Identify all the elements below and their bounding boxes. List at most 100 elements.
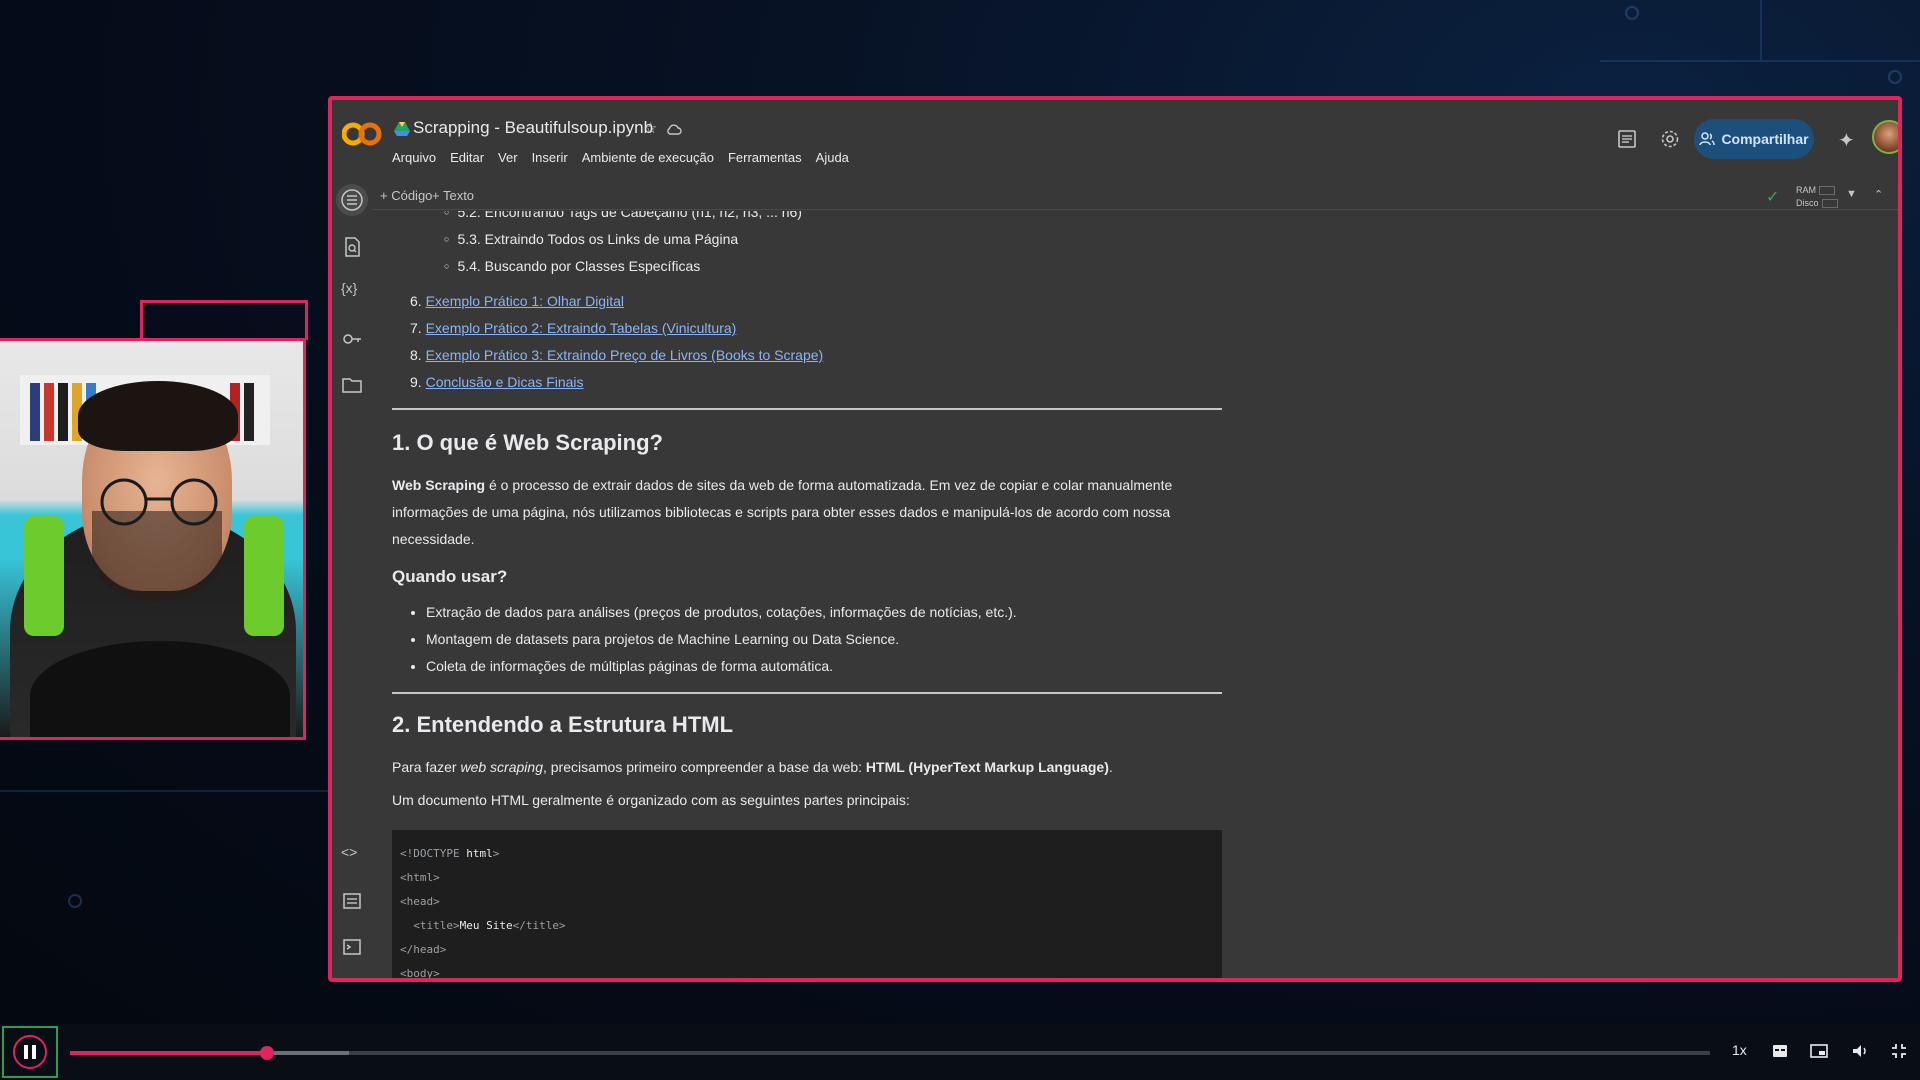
code-line: <head> (400, 890, 1214, 914)
notebook-content: 5.2. Encontrando Tags de Cabeçalho (h1, … (392, 211, 1222, 978)
variables-icon[interactable]: {x} (341, 280, 363, 302)
list-item: Coleta de informações de múltiplas págin… (426, 653, 1222, 680)
p1-a: Para fazer (392, 759, 461, 775)
find-icon[interactable] (341, 236, 363, 258)
volume-icon[interactable] (1852, 1044, 1870, 1058)
ram-label: RAM (1796, 185, 1816, 195)
share-button[interactable]: Compartilhar (1694, 119, 1814, 159)
usage-list: Extração de dados para análises (preços … (392, 599, 1222, 680)
code-line: <title>Meu Site</title> (400, 914, 1214, 938)
pip-icon[interactable] (1810, 1044, 1828, 1058)
code-tag: <!DOCTYPE (400, 847, 467, 860)
bg-line (0, 790, 330, 792)
code-text: html (466, 847, 493, 860)
section-2-heading: 2. Entendendo a Estrutura HTML (392, 712, 734, 737)
section-2-paragraph: Para fazer web scraping, precisamos prim… (392, 754, 1222, 781)
check-icon: ✓ (1766, 189, 1780, 206)
code-line: </head> (400, 938, 1214, 962)
disk-label: Disco (1796, 198, 1819, 208)
p1-strong: HTML (HyperText Markup Language) (865, 759, 1109, 775)
chair-accent (244, 516, 284, 636)
menu-editar[interactable]: Editar (450, 150, 484, 165)
menu-ver[interactable]: Ver (498, 150, 518, 165)
code-block[interactable]: <!DOCTYPE html> <html> <head> <title>Meu… (392, 830, 1222, 978)
cloud-icon[interactable] (666, 122, 682, 136)
toc-link[interactable]: Exemplo Prático 1: Olhar Digital (426, 293, 624, 309)
toc-item: 9. Conclusão e Dicas Finais (392, 369, 1222, 396)
code-line: <!DOCTYPE html> (400, 842, 1214, 866)
gear-icon[interactable] (1659, 128, 1681, 150)
divider (392, 692, 1222, 694)
webcam-feed (0, 338, 306, 740)
section-2-paragraph-2: Um documento HTML geralmente é organizad… (392, 792, 910, 808)
intro-text: é o processo de extrair dados de sites d… (392, 477, 1173, 547)
left-rail: {x} <> (332, 184, 372, 978)
comments-icon[interactable] (1616, 128, 1638, 150)
speed-button[interactable]: 1x (1732, 1042, 1747, 1058)
section-1-intro: Web Scraping é o processo de extrair dad… (392, 472, 1222, 553)
resource-monitor[interactable]: RAM Disco (1796, 184, 1838, 210)
toc-number: 7. (410, 320, 422, 336)
command-palette-icon[interactable] (341, 890, 363, 912)
folder-icon[interactable] (341, 374, 363, 396)
key-icon[interactable] (341, 328, 363, 350)
colab-logo-icon[interactable] (342, 118, 382, 150)
webcam-frame-tab (140, 300, 308, 340)
exit-fullscreen-icon[interactable] (1892, 1044, 1906, 1058)
captions-icon[interactable] (1772, 1044, 1788, 1058)
section-1-subheading: Quando usar? (392, 567, 508, 586)
table-of-contents: 5.2. Encontrando Tags de Cabeçalho (h1, … (392, 211, 1222, 396)
toc-item: 7. Exemplo Prático 2: Extraindo Tabelas … (392, 315, 1222, 342)
terminal-icon[interactable] (341, 936, 363, 958)
bg-line (1600, 60, 1920, 62)
toc-link[interactable]: Exemplo Prático 3: Extraindo Preço de Li… (426, 347, 824, 363)
code-tag: </head> (400, 943, 447, 956)
pause-icon (13, 1035, 47, 1069)
toc-item: 6. Exemplo Prático 1: Olhar Digital (392, 288, 1222, 315)
menu-ferramentas[interactable]: Ferramentas (728, 150, 802, 165)
code-tag: </title> (512, 919, 566, 932)
add-text-button[interactable]: + Texto (432, 188, 474, 203)
glasses-icon (100, 478, 218, 526)
toc-number: 6. (410, 293, 422, 309)
menu-ambiente[interactable]: Ambiente de execução (582, 150, 714, 165)
menu-ajuda[interactable]: Ajuda (816, 150, 849, 165)
ram-bar (1819, 186, 1835, 196)
sparkle-icon[interactable]: ✦ (1838, 128, 1855, 153)
star-icon[interactable]: ☆ (644, 119, 657, 137)
bg-dot (1625, 6, 1639, 20)
code-snippets-icon[interactable]: <> (341, 844, 363, 866)
toc-sub-item: 5.3. Extraindo Todos os Links de uma Pág… (392, 226, 1222, 253)
progress-track[interactable] (70, 1046, 1710, 1060)
colab-window: Scrapping - Beautifulsoup.ipynb ☆ Arquiv… (328, 96, 1902, 982)
menu-arquivo[interactable]: Arquivo (392, 150, 436, 165)
toc-link[interactable]: Conclusão e Dicas Finais (426, 374, 584, 390)
divider (392, 408, 1222, 410)
chevron-up-icon[interactable]: ⌃ (1874, 188, 1883, 201)
menu-bar: Arquivo Editar Ver Inserir Ambiente de e… (392, 150, 849, 165)
code-tag: > (492, 847, 500, 860)
bg-dot (68, 894, 82, 908)
toc-link[interactable]: Exemplo Prático 2: Extraindo Tabelas (Vi… (426, 320, 737, 336)
p1-b: , precisamos primeiro compreender a base… (542, 759, 866, 775)
menu-inserir[interactable]: Inserir (532, 150, 568, 165)
drive-icon (394, 122, 410, 136)
code-line: <body> (400, 962, 1214, 978)
cell-toolbar: + Código + Texto ✓ RAM Disco ▼ ⌃ (372, 184, 1898, 210)
toc-icon[interactable] (336, 184, 368, 216)
chevron-down-icon[interactable]: ▼ (1846, 188, 1857, 200)
code-tag: <html> (400, 871, 440, 884)
book (244, 383, 254, 441)
code-tag: <title> (400, 919, 460, 932)
book (58, 383, 68, 441)
pause-button[interactable] (2, 1026, 58, 1078)
scrubber-handle[interactable] (259, 1046, 274, 1060)
section-1-heading: 1. O que é Web Scraping? (392, 430, 663, 455)
notebook-title[interactable]: Scrapping - Beautifulsoup.ipynb (413, 118, 653, 138)
played-bar (70, 1051, 267, 1055)
shirt (30, 641, 290, 737)
toc-number: 9. (410, 374, 422, 390)
add-code-button[interactable]: + Código (380, 188, 432, 203)
avatar[interactable] (1872, 120, 1898, 154)
book (44, 383, 54, 441)
